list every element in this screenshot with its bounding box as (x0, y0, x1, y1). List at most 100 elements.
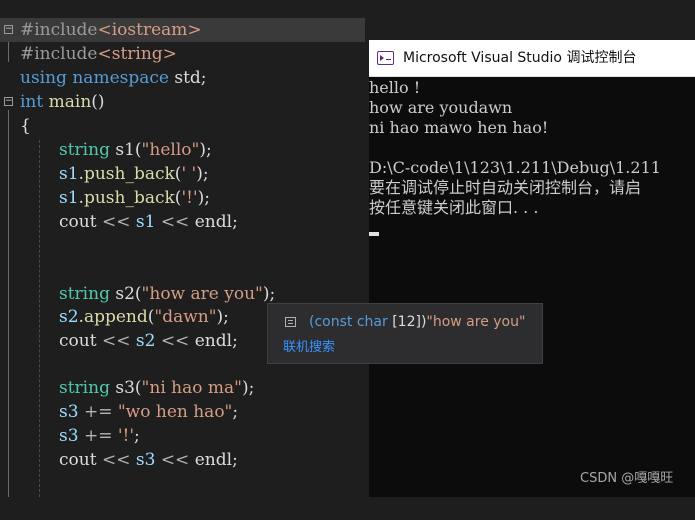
operator: += (83, 402, 113, 422)
identifier: cout (59, 450, 97, 470)
function-name: append (83, 307, 148, 327)
string-literal: "wo hen hao" (117, 402, 233, 422)
code-line-1[interactable]: − #include<iostream> (0, 18, 365, 42)
code-line-9[interactable]: cout << s1 << endl; (0, 210, 238, 234)
identifier: endl (194, 331, 233, 351)
variable: s3 (59, 402, 79, 422)
variable: s1 (135, 212, 156, 232)
tooltip-signature: (const char [12])"how are you" (309, 312, 525, 332)
console-output-line: 要在调试停止时自动关闭控制台，请启 (369, 178, 642, 197)
keyword: int (20, 92, 44, 112)
console-cursor (369, 232, 379, 236)
code-line-3[interactable]: using namespace std; (0, 66, 207, 90)
type-name: string (59, 140, 110, 160)
punctuation: ( (134, 284, 142, 304)
identifier: cout (59, 331, 97, 351)
variable: s2 (59, 307, 79, 327)
identifier: endl (194, 450, 233, 470)
quickinfo-tooltip: (const char [12])"how are you" 联机搜索 (267, 303, 543, 364)
variable: s2 (135, 331, 156, 351)
operator: << (160, 331, 190, 351)
operator: << (101, 212, 131, 232)
console-output-line: hello ! (369, 78, 421, 97)
preprocessor-token: #include (20, 20, 98, 40)
collapse-toggle-icon[interactable]: − (4, 97, 13, 106)
punctuation: ; (134, 426, 140, 446)
punctuation: ); (197, 188, 210, 208)
tooltip-value: "how are you" (426, 314, 526, 330)
tooltip-type: (const char (309, 314, 388, 330)
punctuation: ); (241, 378, 255, 398)
punctuation: ; (232, 331, 238, 351)
operator: << (160, 450, 190, 470)
code-line-5[interactable]: { (0, 114, 31, 138)
type-name: string (59, 378, 110, 398)
variable: s1 (59, 188, 79, 208)
code-line-12[interactable]: cout << s2 << endl; (0, 329, 238, 353)
constant-icon (285, 317, 296, 327)
function-name: push_back (83, 188, 175, 208)
console-output-line: D:\C-code\1\123\1.211\Debug\1.211 (369, 158, 661, 177)
variable: s2 (115, 284, 135, 304)
console-output-line: 按任意键关闭此窗口. . . (369, 198, 539, 217)
punctuation: ); (199, 140, 212, 160)
identifier: endl (194, 212, 233, 232)
online-search-link[interactable]: 联机搜索 (283, 338, 335, 358)
code-line-14[interactable]: s3 += "wo hen hao"; (0, 400, 238, 424)
punctuation: ); (216, 307, 229, 327)
debug-console-window[interactable]: Microsoft Visual Studio 调试控制台 hello ! ho… (369, 40, 695, 497)
operator: << (101, 331, 131, 351)
variable: s3 (59, 426, 79, 446)
console-output-line: ni hao mawo hen hao! (369, 118, 549, 137)
string-literal: "how are you" (141, 284, 263, 304)
char-literal: ' ' (181, 164, 197, 184)
keyword: using (20, 68, 67, 88)
console-title-bar[interactable]: Microsoft Visual Studio 调试控制台 (369, 40, 695, 77)
indent-guide (39, 140, 40, 497)
code-line-8[interactable]: s1.push_back('!'); (0, 186, 210, 210)
variable: s3 (135, 450, 156, 470)
console-output-line: how are youdawn (369, 98, 513, 117)
code-line-11[interactable]: s2.append("dawn"); (0, 305, 229, 329)
console-title: Microsoft Visual Studio 调试控制台 (403, 50, 637, 66)
code-line-4[interactable]: − int main() (0, 90, 105, 114)
punctuation: { (20, 116, 31, 136)
punctuation: ( (134, 378, 142, 398)
include-header: <string> (97, 44, 177, 64)
function-name: main (48, 92, 92, 112)
punctuation: ); (196, 164, 209, 184)
namespace-name: std; (174, 68, 207, 88)
function-name: push_back (83, 164, 175, 184)
punctuation: ( (134, 140, 142, 160)
visual-studio-console-icon (377, 51, 394, 65)
string-literal: "ni hao ma" (141, 378, 242, 398)
operator: << (101, 450, 131, 470)
char-literal: '!' (181, 188, 198, 208)
punctuation: () (91, 92, 105, 112)
collapse-toggle-icon[interactable]: − (4, 25, 13, 34)
preprocessor-token: #include (20, 44, 98, 64)
punctuation: ; (232, 450, 238, 470)
code-line-6[interactable]: string s1("hello"); (0, 138, 212, 162)
char-literal: '!' (117, 426, 135, 446)
keyword: namespace (72, 68, 169, 88)
watermark: CSDN @嘎嘎旺 (580, 471, 674, 486)
punctuation: ; (232, 212, 238, 232)
identifier: cout (59, 212, 97, 232)
code-line-2[interactable]: #include<string> (0, 42, 177, 66)
code-line-16[interactable]: cout << s3 << endl; (0, 448, 238, 472)
code-line-13[interactable]: string s3("ni hao ma"); (0, 376, 254, 400)
code-line-7[interactable]: s1.push_back(' '); (0, 162, 209, 186)
type-name: string (59, 284, 110, 304)
punctuation: ; (232, 402, 239, 422)
string-literal: "hello" (141, 140, 200, 160)
string-literal: "dawn" (154, 307, 217, 327)
variable: s1 (59, 164, 79, 184)
punctuation: ); (262, 284, 276, 304)
code-line-10[interactable]: string s2("how are you"); (0, 282, 275, 306)
code-line-15[interactable]: s3 += '!'; (0, 424, 140, 448)
tooltip-size: [12]) (387, 314, 427, 330)
variable: s1 (115, 140, 135, 160)
operator: += (83, 426, 113, 446)
variable: s3 (115, 378, 135, 398)
